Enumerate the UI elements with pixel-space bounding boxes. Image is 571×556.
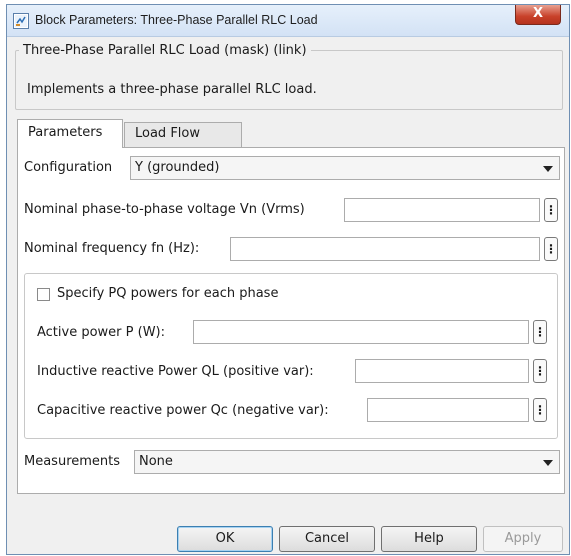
mask-description: Implements a three-phase parallel RLC lo… (27, 82, 317, 97)
inductive-power-label: Inductive reactive Power QL (positive va… (37, 364, 314, 379)
chevron-down-icon (543, 166, 553, 172)
configuration-label: Configuration (24, 160, 113, 175)
title-bar[interactable]: Block Parameters: Three-Phase Parallel R… (7, 5, 569, 37)
nominal-voltage-label: Nominal phase-to-phase voltage Vn (Vrms) (24, 202, 305, 217)
ellipsis-icon[interactable]: ⋮ (533, 320, 547, 344)
dialog-window: Block Parameters: Three-Phase Parallel R… (6, 4, 570, 555)
ok-button[interactable]: OK (177, 526, 273, 552)
measurements-label: Measurements (24, 454, 121, 469)
capacitive-power-input[interactable] (367, 398, 529, 422)
measurements-select[interactable]: None (134, 450, 560, 474)
specify-pq-label: Specify PQ powers for each phase (57, 286, 279, 301)
apply-button[interactable]: Apply (483, 526, 563, 552)
pq-powers-group: Specify PQ powers for each phase Active … (24, 273, 558, 439)
tab-load-flow[interactable]: Load Flow (124, 122, 242, 147)
help-button[interactable]: Help (381, 526, 477, 552)
active-power-input[interactable] (193, 320, 529, 344)
configuration-value: Y (grounded) (135, 160, 220, 175)
description-group (15, 50, 563, 110)
parameters-panel: Configuration Y (grounded) Nominal phase… (17, 147, 565, 494)
inductive-power-input[interactable] (355, 359, 529, 383)
close-icon[interactable]: X (515, 5, 561, 25)
nominal-voltage-input[interactable] (344, 198, 540, 222)
ellipsis-icon[interactable]: ⋮ (533, 359, 547, 383)
nominal-frequency-label: Nominal frequency fn (Hz): (24, 241, 200, 256)
ellipsis-icon[interactable]: ⋮ (533, 398, 547, 422)
ellipsis-icon[interactable]: ⋮ (544, 237, 558, 261)
mask-title: Three-Phase Parallel RLC Load (mask) (li… (19, 43, 311, 58)
capacitive-power-label: Capacitive reactive power Qc (negative v… (37, 403, 329, 418)
specify-pq-checkbox[interactable] (37, 288, 50, 301)
simulink-block-icon (13, 13, 29, 29)
measurements-value: None (139, 454, 173, 469)
ellipsis-icon[interactable]: ⋮ (544, 198, 558, 222)
tab-parameters[interactable]: Parameters (17, 119, 123, 148)
window-title: Block Parameters: Three-Phase Parallel R… (35, 13, 318, 27)
active-power-label: Active power P (W): (37, 325, 166, 340)
configuration-select[interactable]: Y (grounded) (130, 156, 560, 180)
cancel-button[interactable]: Cancel (279, 526, 375, 552)
nominal-frequency-input[interactable] (230, 237, 540, 261)
chevron-down-icon (543, 460, 553, 466)
